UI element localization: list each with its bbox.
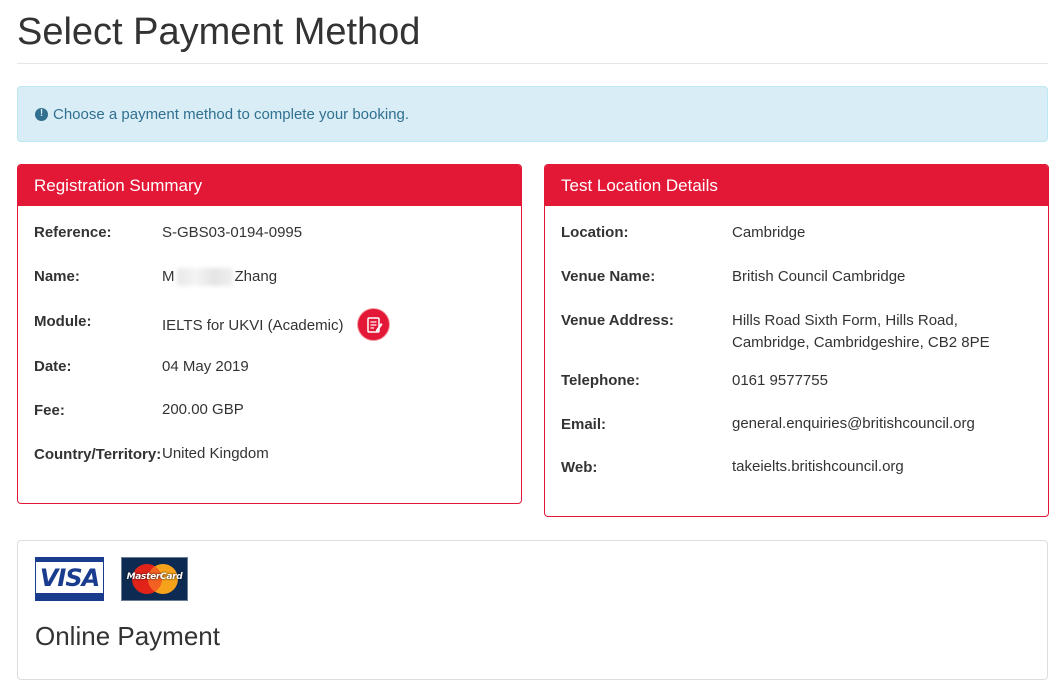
visa-band-bottom-blue xyxy=(36,593,103,600)
title-divider xyxy=(17,63,1048,64)
fee-value: 200.00 GBP xyxy=(162,401,244,418)
online-payment-panel: VISA MasterCard Online Payment xyxy=(17,540,1048,680)
visa-logo[interactable]: VISA xyxy=(35,557,104,601)
name-first-initial: M xyxy=(162,268,175,285)
reference-label: Reference: xyxy=(34,224,112,241)
name-value: M Zhang xyxy=(162,266,277,288)
email-value[interactable]: general.enquiries@britishcouncil.org xyxy=(732,413,975,435)
email-label: Email: xyxy=(561,416,607,433)
date-value: 04 May 2019 xyxy=(162,358,249,375)
test-location-panel: Test Location Details Location: Cambridg… xyxy=(544,164,1049,517)
info-circle-icon: ! xyxy=(35,107,48,121)
fee-label: Fee: xyxy=(34,402,65,419)
page-title: Select Payment Method xyxy=(17,11,421,53)
reference-value: S-GBS03-0194-0995 xyxy=(162,224,303,241)
visa-logo-text: VISA xyxy=(39,564,100,592)
mastercard-logo-text: MasterCard xyxy=(126,572,183,582)
location-value: Cambridge xyxy=(732,224,806,241)
module-value: IELTS for UKVI (Academic) xyxy=(162,317,344,334)
telephone-label: Telephone: xyxy=(561,372,640,389)
module-label: Module: xyxy=(34,313,92,330)
visa-band-top xyxy=(36,558,103,562)
edit-module-icon[interactable] xyxy=(358,309,389,340)
name-label: Name: xyxy=(34,268,80,285)
name-surname: Zhang xyxy=(234,268,278,285)
mastercard-logo[interactable]: MasterCard xyxy=(121,557,188,601)
venue-name-label: Venue Name: xyxy=(561,268,656,285)
country-label: Country/Territory: xyxy=(34,446,162,463)
venue-name-value: British Council Cambridge xyxy=(732,268,906,285)
web-value[interactable]: takeielts.britishcouncil.org xyxy=(732,456,904,478)
telephone-value: 0161 9577755 xyxy=(732,372,828,389)
registration-summary-panel: Registration Summary Reference: S-GBS03-… xyxy=(17,164,522,504)
venue-address-line2: Cambridge, Cambridgeshire, CB2 8PE xyxy=(732,334,990,351)
online-payment-title: Online Payment xyxy=(35,621,220,651)
redacted-name xyxy=(176,268,233,287)
date-label: Date: xyxy=(34,358,72,375)
web-label: Web: xyxy=(561,459,598,476)
alert-text: Choose a payment method to complete your… xyxy=(53,105,410,123)
location-label: Location: xyxy=(561,224,629,241)
test-location-heading: Test Location Details xyxy=(545,165,1048,206)
venue-address-line1: Hills Road Sixth Form, Hills Road, xyxy=(732,312,958,329)
registration-summary-heading: Registration Summary xyxy=(18,165,521,206)
info-alert: ! Choose a payment method to complete yo… xyxy=(17,86,1048,142)
venue-address-label: Venue Address: xyxy=(561,312,674,329)
country-value: United Kingdom xyxy=(162,445,269,462)
